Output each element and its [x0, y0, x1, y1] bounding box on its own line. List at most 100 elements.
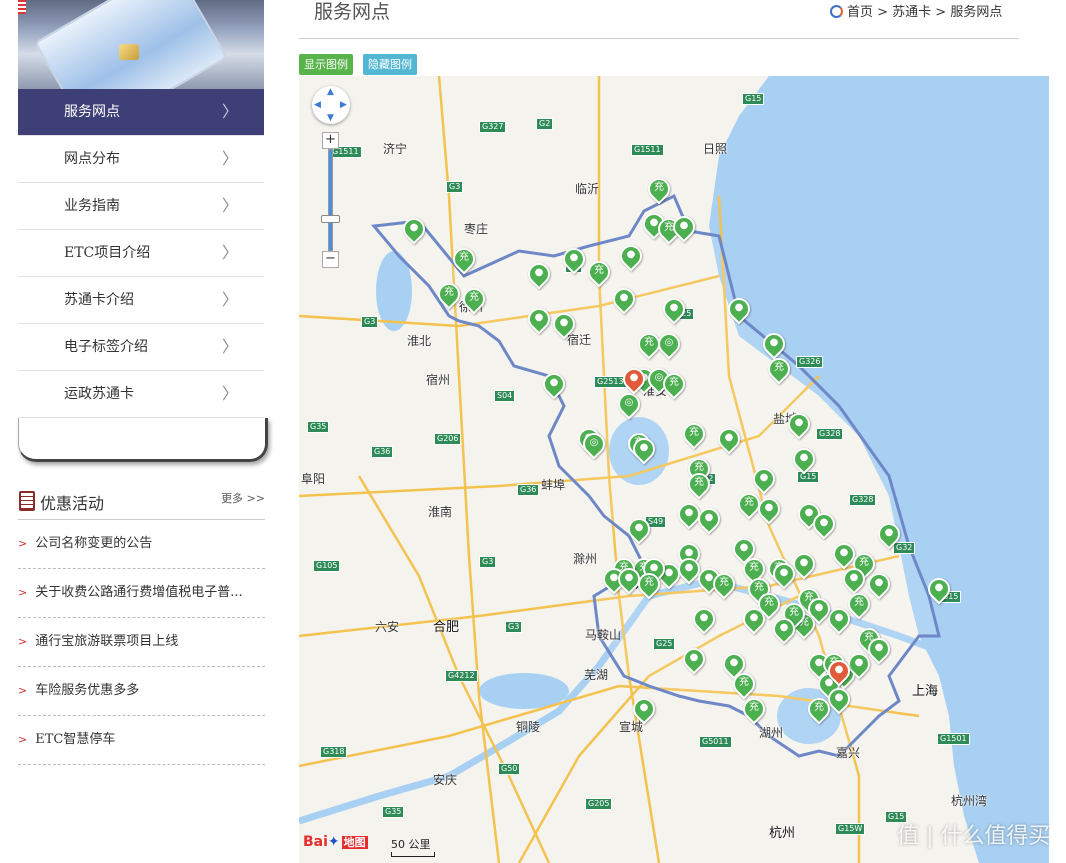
- outlet-pin-person-icon[interactable]: ●: [713, 423, 745, 456]
- sidebar-item-etag-intro[interactable]: 电子标签介绍 〉: [18, 324, 264, 371]
- outlet-pin-person-icon[interactable]: ●: [753, 493, 785, 526]
- sidebar-item-service-outlets[interactable]: 服务网点 〉: [18, 89, 264, 136]
- outlet-pin-person-icon[interactable]: ●: [678, 643, 710, 676]
- hide-legend-button[interactable]: 隐藏图例: [363, 54, 417, 75]
- outlet-pin-person-icon[interactable]: ●: [838, 563, 870, 596]
- outlet-pin-person-icon[interactable]: ●: [788, 443, 820, 476]
- selected-outlet-pin-icon[interactable]: ●: [618, 363, 650, 396]
- outlet-pin-person-icon[interactable]: ●: [843, 648, 875, 681]
- pin-glyph: ●: [739, 542, 749, 553]
- zoom-slider-track[interactable]: [328, 149, 333, 251]
- promotion-item[interactable]: > 关于收费公路通行费增值税电子普...: [18, 569, 265, 618]
- ev-charging-pin-icon[interactable]: 充: [738, 693, 770, 726]
- outlet-pin-person-icon[interactable]: ●: [863, 633, 895, 666]
- road-shield: G105: [313, 560, 341, 572]
- map-pan-control[interactable]: ▲ ▼ ◀ ▶: [312, 86, 350, 124]
- road-shield: G2: [536, 118, 554, 130]
- ev-charging-pin-icon[interactable]: 充: [708, 568, 740, 601]
- ev-charging-pin-icon[interactable]: 充: [448, 243, 480, 276]
- outlet-pin-person-icon[interactable]: ●: [783, 408, 815, 441]
- outlet-pin-person-icon[interactable]: ●: [688, 603, 720, 636]
- arrow-right-icon: >: [18, 537, 28, 550]
- outlet-pin-person-icon[interactable]: ●: [538, 368, 570, 401]
- pan-left-icon[interactable]: ◀: [314, 100, 321, 110]
- outlet-pin-person-icon[interactable]: ●: [628, 693, 660, 726]
- ev-charging-pin-icon[interactable]: 充: [643, 173, 675, 206]
- sidebar-item-transport-card[interactable]: 运政苏通卡 〉: [18, 371, 264, 418]
- outlet-pin-person-icon[interactable]: ●: [803, 593, 835, 626]
- promotion-link[interactable]: 公司名称变更的公告: [35, 536, 152, 551]
- service-outlet-map[interactable]: 济宁 日照 临沂 枣庄 徐州 淮北 宿迁 宿州 淮安 盐城 阜阳 蚌埠 淮南 滁…: [299, 76, 1049, 863]
- pan-right-icon[interactable]: ▶: [340, 100, 347, 110]
- sidebar-item-etc-intro[interactable]: ETC项目介绍 〉: [18, 230, 264, 277]
- ev-charging-pin-icon[interactable]: 充: [633, 328, 665, 361]
- outlet-pin-person-icon[interactable]: ●: [623, 513, 655, 546]
- ev-charging-pin-icon[interactable]: 充: [633, 568, 665, 601]
- promotion-item[interactable]: > 通行宝旅游联票项目上线: [18, 618, 265, 667]
- ev-charging-pin-icon[interactable]: 充: [843, 588, 875, 621]
- outlet-pin-person-icon[interactable]: ●: [523, 303, 555, 336]
- promotion-item[interactable]: > 车险服务优惠多多: [18, 667, 265, 716]
- ev-charging-pin-icon[interactable]: 充: [433, 278, 465, 311]
- pan-up-icon[interactable]: ▲: [327, 87, 334, 97]
- show-legend-button[interactable]: 显示图例: [299, 54, 353, 75]
- baidu-map-logo[interactable]: Bai✦ 地图: [303, 834, 368, 850]
- outlet-pin-person-icon[interactable]: ●: [608, 283, 640, 316]
- city-label: 马鞍山: [585, 628, 622, 642]
- web-outlet-pin-icon[interactable]: ◎: [578, 428, 610, 461]
- outlet-pin-person-icon[interactable]: ●: [823, 683, 855, 716]
- sidebar-item-sutong-card-intro[interactable]: 苏通卡介绍 〉: [18, 277, 264, 324]
- promotion-link[interactable]: ETC智慧停车: [35, 732, 115, 747]
- chevron-right-icon: 〉: [221, 149, 238, 168]
- outlet-pin-person-icon[interactable]: ●: [548, 308, 580, 341]
- outlet-pin-person-icon[interactable]: ●: [823, 603, 855, 636]
- sidebar-item-business-guide[interactable]: 业务指南 〉: [18, 183, 264, 230]
- title-divider: [299, 38, 1019, 39]
- zoom-out-button[interactable]: −: [322, 251, 339, 268]
- outlet-pin-person-icon[interactable]: ●: [558, 243, 590, 276]
- outlet-pin-person-icon[interactable]: ●: [768, 613, 800, 646]
- ev-charging-pin-icon[interactable]: 充: [678, 418, 710, 451]
- outlet-pin-person-icon[interactable]: ●: [873, 518, 905, 551]
- outlet-pin-person-icon[interactable]: ●: [923, 573, 955, 606]
- ev-charging-pin-icon[interactable]: 充: [803, 693, 835, 726]
- pan-down-icon[interactable]: ▼: [327, 113, 334, 123]
- outlet-pin-person-icon[interactable]: ●: [658, 293, 690, 326]
- promotion-link[interactable]: 通行宝旅游联票项目上线: [35, 634, 178, 649]
- promotion-item[interactable]: > ETC智慧停车: [18, 716, 265, 765]
- outlet-pin-person-icon[interactable]: ●: [523, 258, 555, 291]
- outlet-pin-person-icon[interactable]: ●: [398, 213, 430, 246]
- city-label: 滁州: [573, 552, 598, 566]
- outlet-pin-person-icon[interactable]: ●: [758, 328, 790, 361]
- chevron-right-icon: 〉: [221, 196, 238, 215]
- outlet-pin-person-icon[interactable]: ●: [768, 558, 800, 591]
- web-outlet-pin-icon[interactable]: ◎: [613, 388, 645, 421]
- ev-charging-pin-icon[interactable]: 充: [753, 588, 785, 621]
- outlet-pin-person-icon[interactable]: ●: [673, 553, 705, 586]
- outlet-pin-person-icon[interactable]: ●: [808, 508, 840, 541]
- web-outlet-pin-icon[interactable]: ◎: [653, 328, 685, 361]
- zoom-in-button[interactable]: +: [322, 132, 339, 149]
- outlet-pin-person-icon[interactable]: ●: [668, 211, 700, 244]
- ev-charging-pin-icon[interactable]: 充: [763, 353, 795, 386]
- ev-charging-pin-icon[interactable]: 充: [683, 468, 715, 501]
- outlet-pin-person-icon[interactable]: ●: [723, 293, 755, 326]
- sidebar-item-label: 运政苏通卡: [64, 386, 134, 402]
- outlet-pin-person-icon[interactable]: ●: [615, 240, 647, 273]
- outlet-pin-person-icon[interactable]: ●: [748, 463, 780, 496]
- sidebar-item-outlet-distribution[interactable]: 网点分布 〉: [18, 136, 264, 183]
- outlet-pin-person-icon[interactable]: ●: [788, 548, 820, 581]
- ev-charging-pin-icon[interactable]: 充: [658, 368, 690, 401]
- promotion-item[interactable]: > 公司名称变更的公告: [18, 520, 265, 569]
- breadcrumb-text[interactable]: 首页 > 苏通卡 > 服务网点: [847, 5, 1002, 20]
- promotion-link[interactable]: 关于收费公路通行费增值税电子普...: [35, 585, 242, 600]
- selected-outlet-pin-icon[interactable]: ●: [823, 655, 855, 688]
- outlet-pin-person-icon[interactable]: ●: [863, 568, 895, 601]
- ev-charging-pin-icon[interactable]: 充: [583, 256, 615, 289]
- zoom-slider-handle[interactable]: [321, 215, 340, 223]
- promotion-link[interactable]: 车险服务优惠多多: [35, 683, 139, 698]
- outlet-pin-person-icon[interactable]: ●: [693, 503, 725, 536]
- more-link[interactable]: 更多 >>: [221, 490, 265, 506]
- ev-charging-pin-icon[interactable]: 充: [458, 283, 490, 316]
- outlet-pin-person-icon[interactable]: ●: [628, 433, 660, 466]
